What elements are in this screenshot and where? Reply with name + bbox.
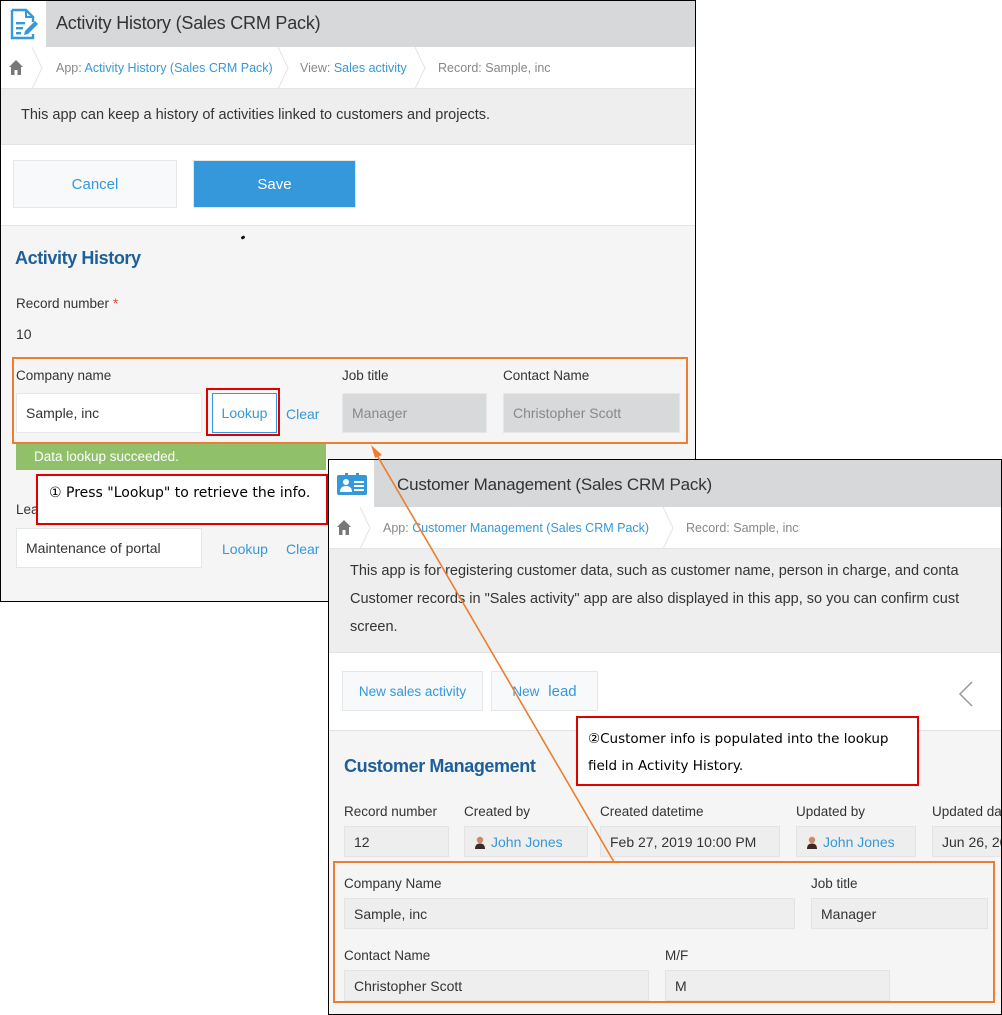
step2-callout-line: field in Activity History.: [588, 758, 744, 774]
job-title-label: Job title: [811, 876, 858, 891]
breadcrumb-separator: [277, 47, 289, 89]
breadcrumb-view-prefix: View:: [300, 61, 334, 75]
updated-by-user-link[interactable]: John Jones: [823, 834, 895, 850]
app-title: Activity History (Sales CRM Pack): [56, 13, 321, 33]
home-icon[interactable]: [337, 520, 351, 535]
breadcrumb-separator: [359, 507, 371, 549]
record-number-label: Record number: [344, 804, 438, 819]
record-number-value: 10: [16, 326, 32, 342]
lead-clear-link[interactable]: Clear: [286, 541, 319, 557]
contact-name-value: Christopher Scott: [344, 970, 649, 1001]
clear-link[interactable]: Clear: [286, 406, 319, 422]
created-by-label: Created by: [464, 804, 531, 819]
job-title-value: Manager: [811, 898, 988, 929]
new-lead-button[interactable]: New lead: [491, 671, 598, 711]
company-name-value: Sample, inc: [344, 898, 795, 929]
app-header: Customer Management (Sales CRM Pack): [329, 460, 1001, 507]
breadcrumb-app-prefix: App:: [56, 61, 85, 75]
chevron-left-icon[interactable]: [958, 681, 974, 707]
created-by-user-link[interactable]: John Jones: [491, 834, 563, 850]
breadcrumb-app-prefix: App:: [383, 521, 413, 535]
created-datetime-label: Created datetime: [600, 804, 704, 819]
lookup-button[interactable]: Lookup: [212, 393, 277, 433]
breadcrumb-app: App: Customer Management (Sales CRM Pack…: [383, 507, 649, 549]
section-title: Customer Management: [344, 756, 536, 776]
app-icon-box: [1, 1, 46, 47]
record-number-label-text: Record number: [16, 296, 110, 311]
app-title-bar: Customer Management (Sales CRM Pack): [374, 460, 1001, 507]
contact-name-label: Contact Name: [503, 368, 590, 383]
mf-value: M: [665, 970, 890, 1001]
breadcrumb-view-link[interactable]: Sales activity: [334, 61, 407, 75]
app-icon-box: [329, 460, 374, 507]
app-description: This app is for registering customer dat…: [329, 549, 1001, 653]
job-title-label: Job title: [342, 368, 389, 383]
breadcrumb-separator: [31, 47, 43, 89]
contact-card-icon: [336, 472, 367, 495]
company-name-label: Company name: [16, 368, 112, 383]
created-by-value: John Jones: [464, 826, 588, 857]
breadcrumb-separator: [662, 507, 674, 549]
app-description-text: This app can keep a history of activitie…: [21, 107, 491, 123]
breadcrumb-app-link[interactable]: Customer Management (Sales CRM Pack): [412, 521, 649, 535]
cancel-button[interactable]: Cancel: [13, 160, 177, 208]
save-button[interactable]: Save: [193, 160, 356, 208]
app-description-line: Customer records in "Sales activity" app…: [350, 591, 960, 607]
job-title-field: Manager: [342, 393, 487, 433]
updated-by-value: John Jones: [796, 826, 916, 857]
app-description: This app can keep a history of activitie…: [1, 89, 695, 145]
record-number-value: 12: [344, 826, 449, 857]
breadcrumb-view: View: Sales activity: [300, 47, 407, 89]
app-title-bar: Activity History (Sales CRM Pack): [46, 1, 695, 47]
required-marker: *: [112, 296, 119, 311]
record-number-label: Record number *: [16, 296, 118, 311]
breadcrumb-separator: [414, 47, 426, 89]
breadcrumb: App: Customer Management (Sales CRM Pack…: [329, 507, 1001, 549]
new-lead-label-part1: New: [512, 684, 540, 699]
cursor-dot: [240, 235, 246, 240]
lead-input[interactable]: Maintenance of portal: [16, 528, 202, 568]
company-name-label: Company Name: [344, 876, 442, 891]
step2-callout-line: ②Customer info is populated into the loo…: [588, 731, 889, 747]
mf-label: M/F: [665, 948, 689, 963]
app-description-line: This app is for registering customer dat…: [350, 563, 959, 579]
step1-callout-text: ① Press "Lookup" to retrieve the info.: [49, 485, 311, 501]
updated-by-label: Updated by: [796, 804, 866, 819]
user-avatar-icon: [806, 834, 818, 849]
toolbar: Cancel Save: [1, 145, 695, 226]
app-header: Activity History (Sales CRM Pack): [1, 1, 695, 47]
lead-lookup-link[interactable]: Lookup: [222, 541, 268, 557]
contact-name-field: Christopher Scott: [503, 393, 680, 433]
app-title: Customer Management (Sales CRM Pack): [397, 475, 712, 494]
updated-datetime-value: Jun 26, 20: [932, 826, 1001, 857]
contact-name-label: Contact Name: [344, 948, 431, 963]
home-icon[interactable]: [9, 60, 23, 75]
document-edit-icon: [10, 8, 38, 40]
breadcrumb-app-link[interactable]: Activity History (Sales CRM Pack): [85, 61, 273, 75]
breadcrumb-app: App: Activity History (Sales CRM Pack): [56, 47, 273, 89]
new-sales-activity-button[interactable]: New sales activity: [342, 671, 483, 711]
new-lead-label-part2: lead: [548, 683, 577, 700]
updated-datetime-label: Updated da: [932, 804, 1002, 819]
breadcrumb: App: Activity History (Sales CRM Pack) V…: [1, 47, 695, 89]
company-name-input[interactable]: Sample, inc: [16, 393, 202, 433]
step2-callout: ②Customer info is populated into the loo…: [576, 716, 919, 786]
created-datetime-value: Feb 27, 2019 10:00 PM: [600, 826, 780, 857]
app-description-line: screen.: [350, 619, 398, 635]
user-avatar-icon: [474, 834, 486, 849]
breadcrumb-record: Record: Sample, inc: [438, 61, 551, 75]
lookup-success-message: Data lookup succeeded.: [16, 442, 326, 470]
breadcrumb-record: Record: Sample, inc: [686, 521, 799, 535]
step1-callout: ① Press "Lookup" to retrieve the info.: [36, 474, 328, 525]
section-title: Activity History: [15, 248, 141, 268]
